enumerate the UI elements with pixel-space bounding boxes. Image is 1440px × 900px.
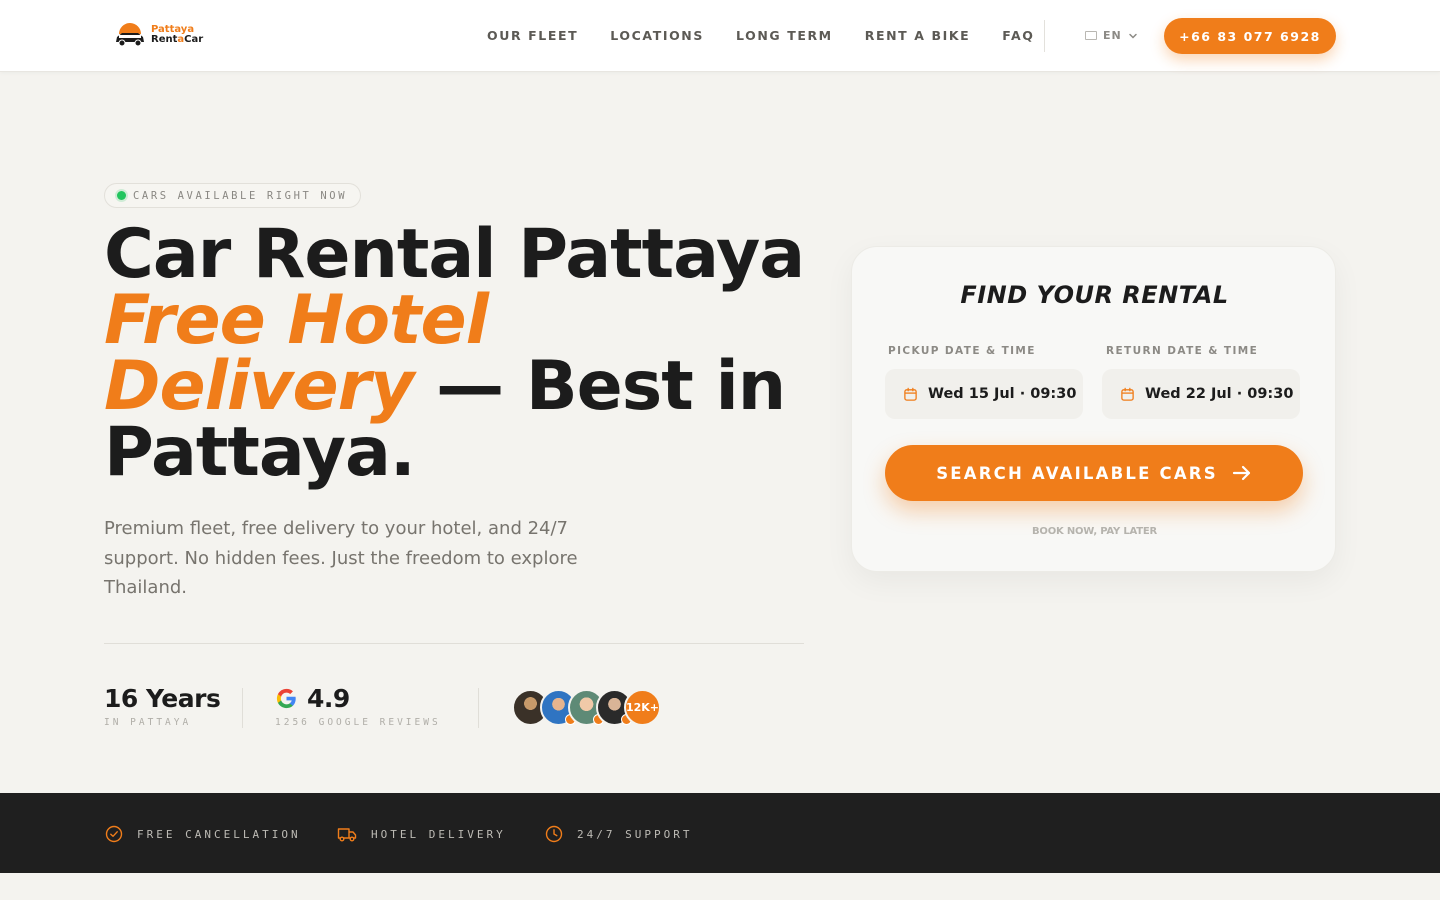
flag-icon	[1085, 31, 1097, 40]
customer-count-badge: 12K+	[624, 689, 661, 726]
feature-24-7-support: 24/7 SUPPORT	[545, 825, 692, 843]
years-label: IN PATTAYA	[104, 717, 192, 728]
book-now-pay-later-note: BOOK NOW, PAY LATER	[1031, 526, 1158, 537]
nav-divider	[1044, 20, 1045, 52]
live-status-dot	[117, 191, 126, 200]
pickup-value: Wed 15 Jul · 09:30	[928, 386, 1077, 402]
logo-car: Car	[184, 34, 204, 45]
features-band: FREE CANCELLATION HOTEL DELIVERY 24/7 SU…	[0, 793, 1440, 873]
pickup-datetime-field[interactable]: Wed 15 Jul · 09:30	[885, 369, 1083, 419]
nav-our-fleet[interactable]: OUR FLEET	[487, 28, 578, 43]
rating-label: 1256 GOOGLE REVIEWS	[275, 717, 441, 728]
availability-pill: CARS AVAILABLE RIGHT NOW	[104, 183, 362, 208]
nav-locations[interactable]: LOCATIONS	[610, 28, 704, 43]
logo-line-2: RentaCar	[151, 35, 203, 45]
feature-label: FREE CANCELLATION	[137, 827, 301, 841]
search-available-cars-button[interactable]: SEARCH AVAILABLE CARS	[885, 445, 1303, 501]
feature-label: HOTEL DELIVERY	[371, 827, 506, 841]
truck-icon	[337, 828, 357, 842]
check-circle-icon	[105, 825, 123, 843]
language-code: EN	[1103, 29, 1122, 42]
clock-icon	[545, 825, 563, 843]
chevron-down-icon	[1128, 33, 1137, 39]
google-icon	[276, 688, 296, 709]
nav-faq[interactable]: FAQ	[1002, 28, 1034, 43]
calendar-icon	[904, 387, 917, 401]
feature-label: 24/7 SUPPORT	[577, 827, 693, 841]
return-datetime-field[interactable]: Wed 22 Jul · 09:30	[1102, 369, 1300, 419]
stat-divider	[478, 688, 479, 728]
arrow-right-icon	[1232, 465, 1250, 481]
stats-divider	[104, 643, 804, 644]
years-value: 16 Years	[104, 684, 221, 713]
rental-search-card: FIND YOUR RENTAL PICKUP DATE & TIME Wed …	[851, 246, 1336, 572]
hero-headline: Car Rental Pattaya Free Hotel Delivery —…	[104, 221, 824, 487]
nav-long-term[interactable]: LONG TERM	[736, 28, 833, 43]
stat-divider	[242, 688, 243, 728]
car-logo-icon	[116, 23, 144, 47]
availability-text: CARS AVAILABLE RIGHT NOW	[133, 189, 348, 202]
logo-wordmark: Pattaya RentaCar	[151, 25, 203, 45]
return-value: Wed 22 Jul · 09:30	[1145, 386, 1294, 402]
site-header: Pattaya RentaCar OUR FLEET LOCATIONS LON…	[0, 0, 1440, 72]
calendar-icon	[1121, 387, 1134, 401]
pickup-label: PICKUP DATE & TIME	[888, 345, 1036, 357]
logo-rent: Rent	[151, 34, 178, 45]
stat-years: 16 Years IN PATTAYA	[104, 684, 221, 728]
brand-logo[interactable]: Pattaya RentaCar	[113, 22, 203, 48]
language-selector[interactable]: EN	[1085, 29, 1138, 42]
feature-free-cancellation: FREE CANCELLATION	[105, 825, 301, 843]
customer-avatars: 12K+	[512, 689, 661, 726]
search-button-label: SEARCH AVAILABLE CARS	[936, 463, 1218, 483]
card-title: FIND YOUR RENTAL	[960, 281, 1229, 309]
main-nav: OUR FLEET LOCATIONS LONG TERM RENT A BIK…	[487, 28, 1034, 43]
stat-google-rating[interactable]: 4.9 1256 GOOGLE REVIEWS	[275, 684, 441, 728]
feature-hotel-delivery: HOTEL DELIVERY	[337, 825, 506, 843]
phone-call-button[interactable]: +66 83 077 6928	[1164, 18, 1336, 54]
return-label: RETURN DATE & TIME	[1106, 345, 1259, 357]
rating-value: 4.9	[307, 684, 350, 713]
hero-subtext: Premium fleet, free delivery to your hot…	[104, 518, 578, 598]
nav-rent-a-bike[interactable]: RENT A BIKE	[865, 28, 971, 43]
